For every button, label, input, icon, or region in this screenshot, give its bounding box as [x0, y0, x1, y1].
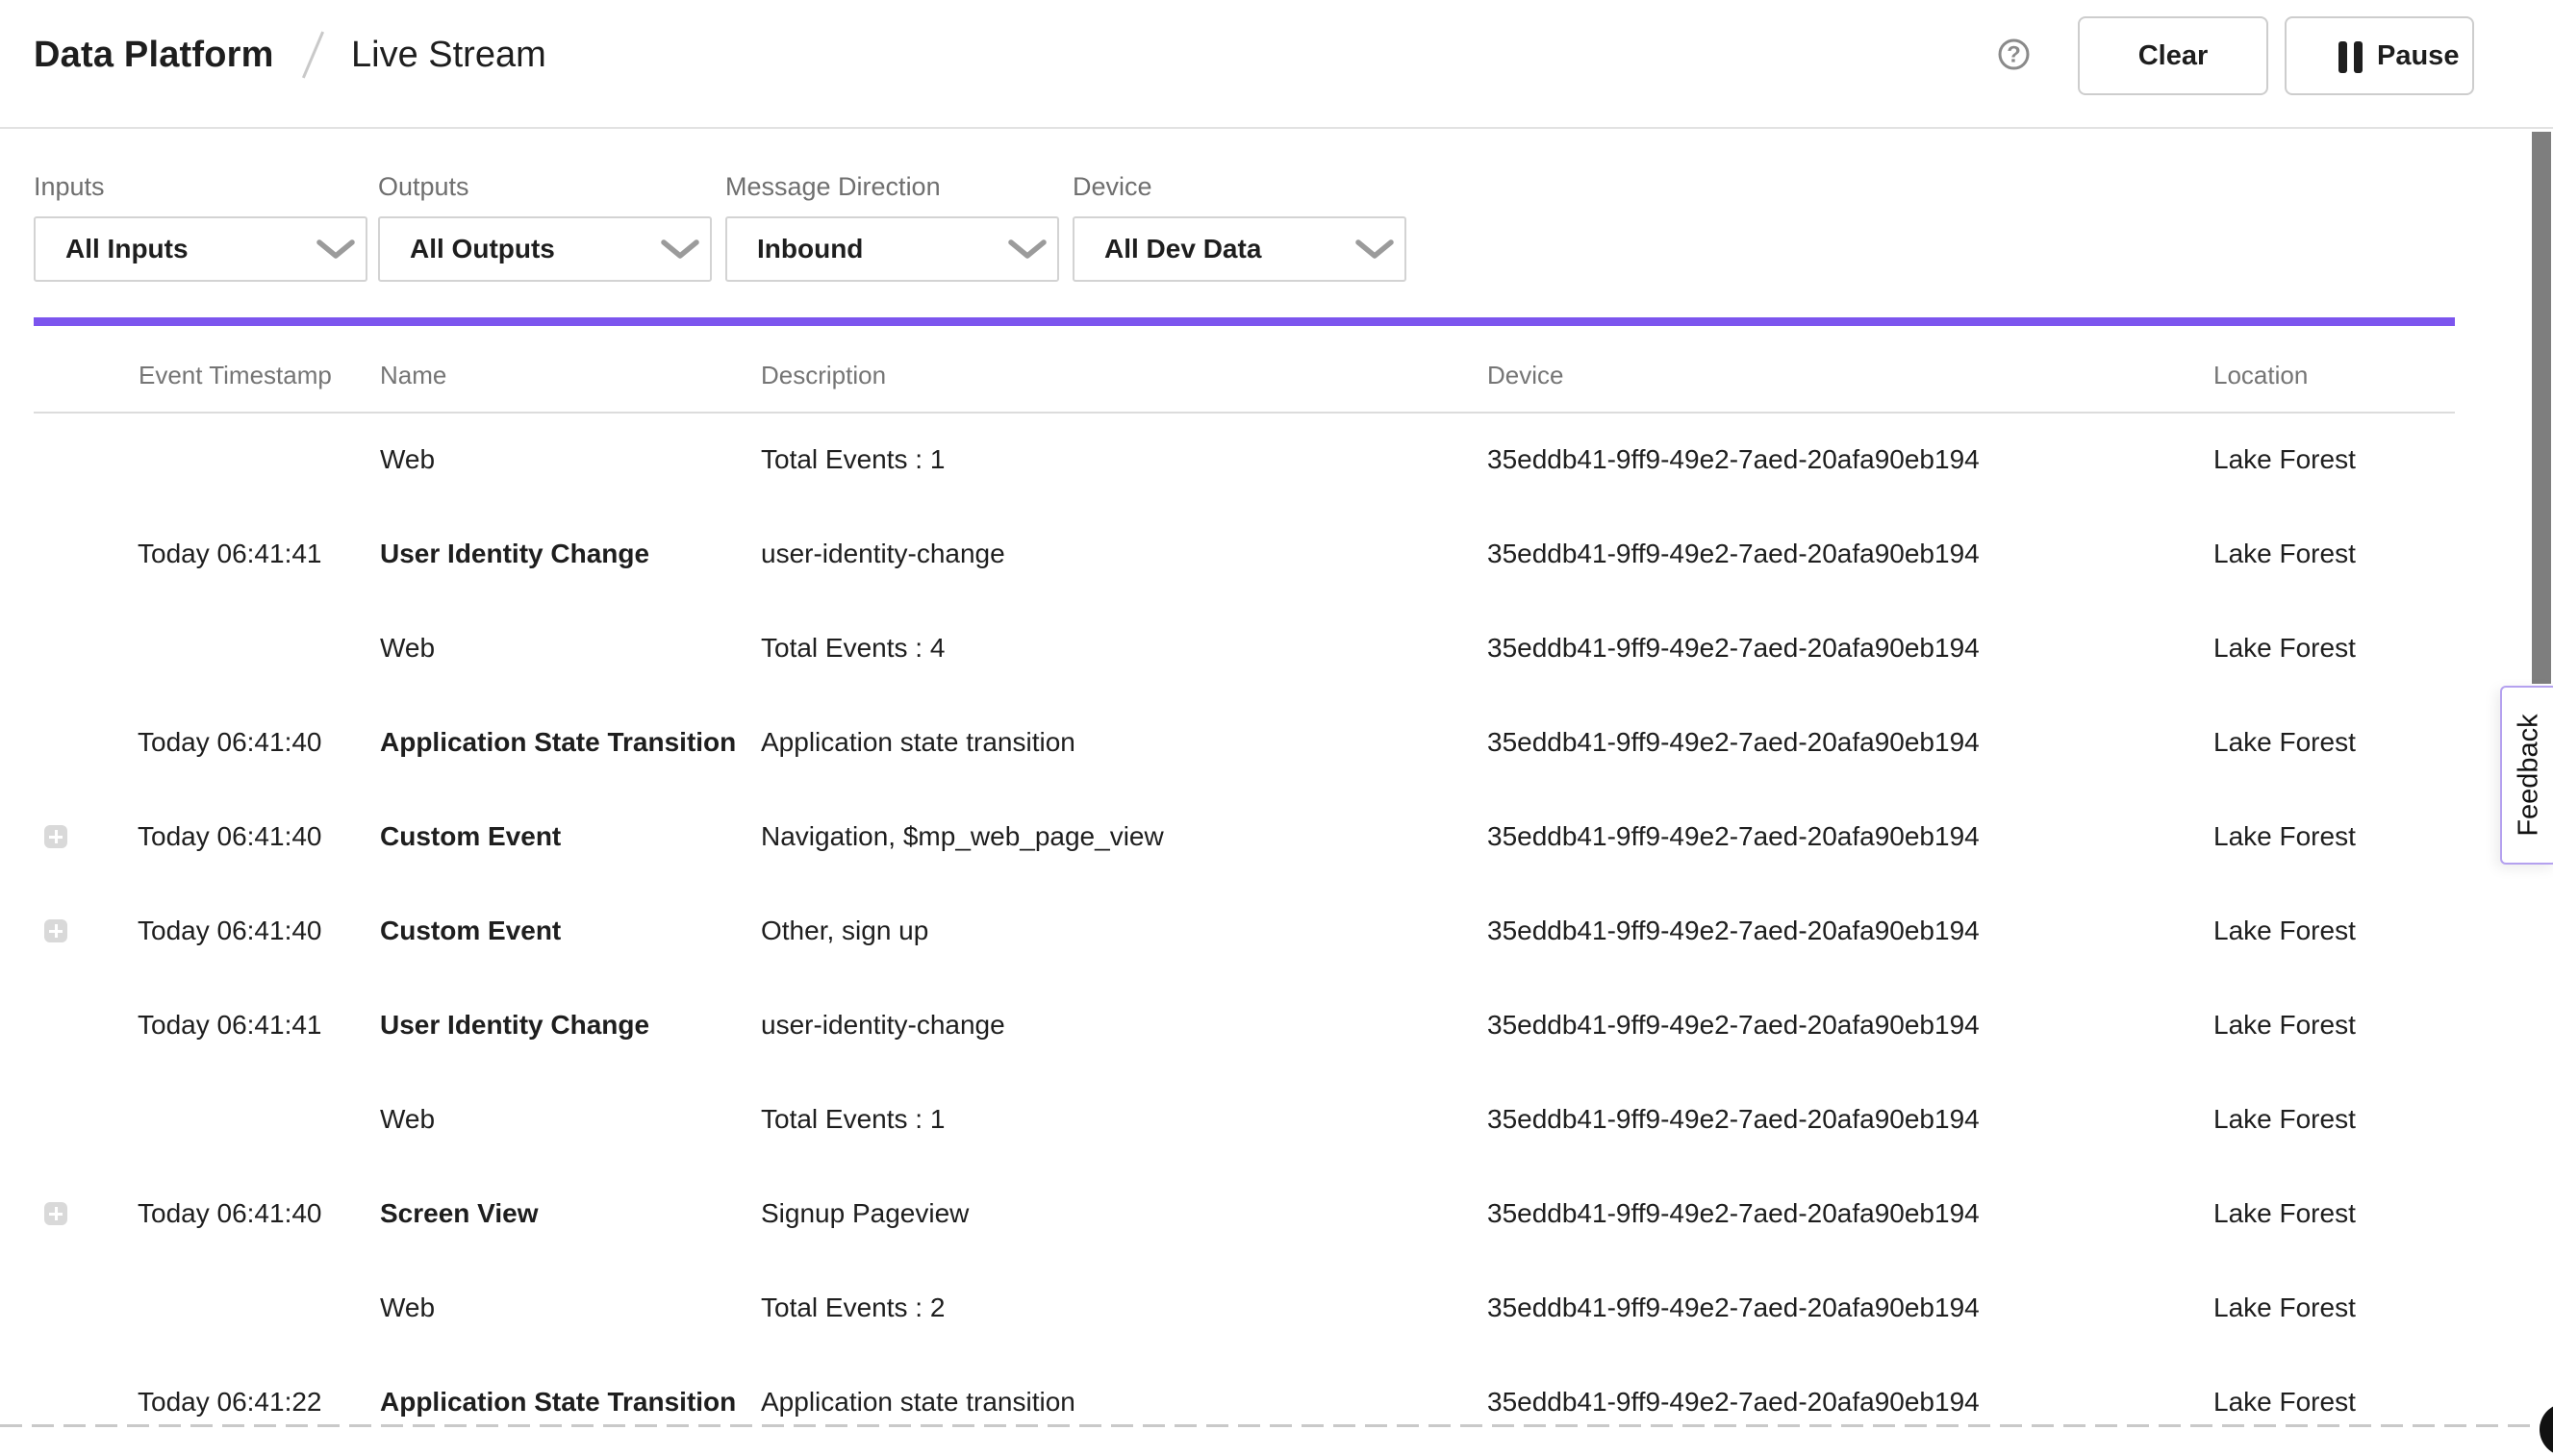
- svg-text:?: ?: [2007, 42, 2021, 68]
